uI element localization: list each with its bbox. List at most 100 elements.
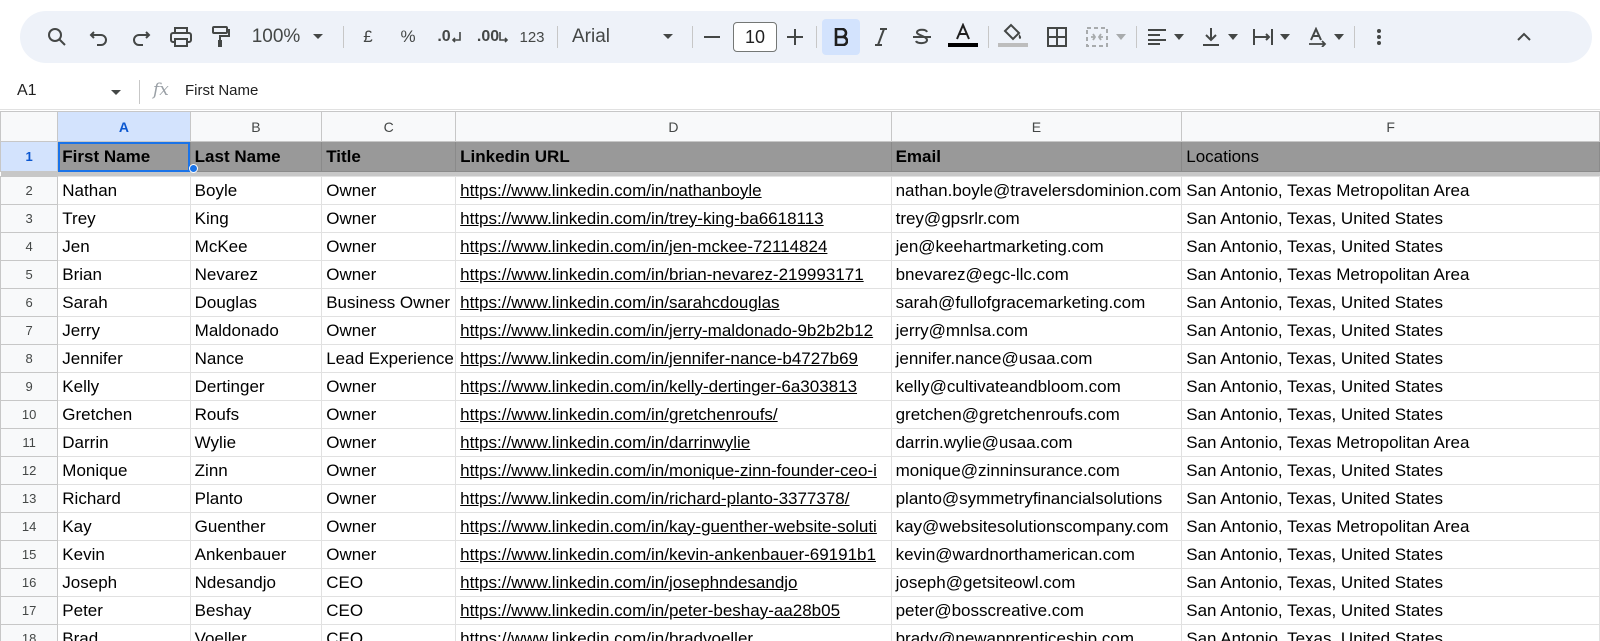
cell-email-header[interactable]: Email bbox=[890, 141, 1183, 172]
italic-icon[interactable] bbox=[866, 11, 896, 63]
font-size-input[interactable]: 10 bbox=[733, 22, 777, 52]
cell-location[interactable]: San Antonio, Texas, United States bbox=[1181, 596, 1600, 625]
cell-title-header[interactable]: Title bbox=[321, 141, 457, 172]
cell-linkedin-url[interactable]: https://www.linkedin.com/in/richard-plan… bbox=[455, 484, 892, 513]
decrease-decimal-button[interactable]: .0 bbox=[434, 11, 464, 63]
paint-format-icon[interactable] bbox=[206, 11, 236, 63]
cell-email[interactable]: kevin@wardnorthamerican.com bbox=[890, 540, 1183, 569]
cell-last-name[interactable]: Zinn bbox=[189, 456, 323, 485]
row-number[interactable]: 15 bbox=[0, 540, 59, 569]
chevron-down-icon[interactable] bbox=[660, 11, 676, 63]
cell-location[interactable]: San Antonio, Texas, United States bbox=[1181, 484, 1600, 513]
number-format-button[interactable]: 123 bbox=[516, 11, 548, 63]
cell-location[interactable]: San Antonio, Texas, United States bbox=[1181, 400, 1600, 429]
cell-email[interactable]: darrin.wylie@usaa.com bbox=[890, 428, 1183, 457]
cell-last-name[interactable]: Ndesandjo bbox=[189, 568, 323, 597]
column-header-f[interactable]: F bbox=[1181, 111, 1600, 142]
chevron-down-icon[interactable] bbox=[310, 11, 326, 63]
cell-first-name[interactable]: Sarah bbox=[57, 288, 191, 317]
select-all-corner[interactable] bbox=[0, 111, 59, 142]
cell-last-name[interactable]: Maldonado bbox=[189, 316, 323, 345]
cell-title[interactable]: Owner bbox=[321, 540, 457, 569]
cell-first-name[interactable]: Jennifer bbox=[57, 344, 191, 373]
row-number[interactable]: 5 bbox=[0, 260, 59, 289]
chevron-down-icon[interactable] bbox=[1332, 11, 1346, 63]
cell-first-name[interactable]: Joseph bbox=[57, 568, 191, 597]
cell-title[interactable]: Owner bbox=[321, 232, 457, 261]
cell-first-name[interactable]: Richard bbox=[57, 484, 191, 513]
cell-first-name[interactable]: Kelly bbox=[57, 372, 191, 401]
formula-input[interactable]: First Name bbox=[185, 82, 258, 99]
cell-email[interactable]: jen@keehartmarketing.com bbox=[890, 232, 1183, 261]
cell-email[interactable]: bnevarez@egc-llc.com bbox=[890, 260, 1183, 289]
cell-title[interactable]: Owner bbox=[321, 176, 457, 205]
cell-title[interactable]: Lead Experience bbox=[321, 344, 457, 373]
cell-last-name[interactable]: Guenther bbox=[189, 512, 323, 541]
cell-linkedin-url[interactable]: https://www.linkedin.com/in/kay-guenther… bbox=[455, 512, 892, 541]
cell-linkedin-url[interactable]: https://www.linkedin.com/in/gretchenrouf… bbox=[455, 400, 892, 429]
cell-first-name[interactable]: Gretchen bbox=[57, 400, 191, 429]
fill-color-icon[interactable] bbox=[996, 11, 1030, 63]
cell-last-name[interactable]: Voeller bbox=[189, 624, 323, 641]
cell-location[interactable]: San Antonio, Texas, United States bbox=[1181, 316, 1600, 345]
row-number[interactable]: 8 bbox=[0, 344, 59, 373]
column-header-e[interactable]: E bbox=[890, 111, 1183, 142]
cell-title[interactable]: Owner bbox=[321, 512, 457, 541]
cell-email[interactable]: kelly@cultivateandbloom.com bbox=[890, 372, 1183, 401]
cell-linkedin-url[interactable]: https://www.linkedin.com/in/kevin-ankenb… bbox=[455, 540, 892, 569]
align-left-icon[interactable] bbox=[1144, 11, 1170, 63]
row-number[interactable]: 6 bbox=[0, 288, 59, 317]
column-header-c[interactable]: C bbox=[321, 111, 457, 142]
cell-location[interactable]: San Antonio, Texas, United States bbox=[1181, 344, 1600, 373]
cell-title[interactable]: Owner bbox=[321, 372, 457, 401]
cell-email[interactable]: joseph@getsiteowl.com bbox=[890, 568, 1183, 597]
cell-last-name[interactable]: Boyle bbox=[189, 176, 323, 205]
row-number[interactable]: 11 bbox=[0, 428, 59, 457]
cell-first-name[interactable]: Kevin bbox=[57, 540, 191, 569]
cell-title[interactable]: Owner bbox=[321, 316, 457, 345]
percent-format-button[interactable]: % bbox=[395, 11, 421, 63]
more-options-icon[interactable] bbox=[1366, 11, 1392, 63]
cell-email[interactable]: trey@gpsrlr.com bbox=[890, 204, 1183, 233]
row-number[interactable]: 7 bbox=[0, 316, 59, 345]
cell-first-name[interactable]: Brian bbox=[57, 260, 191, 289]
cell-title[interactable]: Owner bbox=[321, 400, 457, 429]
cell-email[interactable]: jerry@mnlsa.com bbox=[890, 316, 1183, 345]
undo-icon[interactable] bbox=[84, 11, 114, 63]
cell-email[interactable]: monique@zinninsurance.com bbox=[890, 456, 1183, 485]
cell-title[interactable]: Owner bbox=[321, 260, 457, 289]
text-rotation-icon[interactable] bbox=[1304, 11, 1330, 63]
cell-email[interactable]: sarah@fullofgracemarketing.com bbox=[890, 288, 1183, 317]
row-number[interactable]: 18 bbox=[0, 624, 59, 641]
collapse-toolbar-icon[interactable] bbox=[1510, 11, 1538, 63]
row-number[interactable]: 9 bbox=[0, 372, 59, 401]
cell-title[interactable]: Owner bbox=[321, 484, 457, 513]
cell-last-name[interactable]: Nance bbox=[189, 344, 323, 373]
chevron-down-icon[interactable] bbox=[110, 84, 122, 102]
cell-linkedin-url[interactable]: https://www.linkedin.com/in/jen-mckee-72… bbox=[455, 232, 892, 261]
column-header-a[interactable]: A bbox=[57, 111, 191, 142]
cell-linkedin-url[interactable]: https://www.linkedin.com/in/jerry-maldon… bbox=[455, 316, 892, 345]
plus-icon[interactable] bbox=[783, 11, 807, 63]
row-number[interactable]: 3 bbox=[0, 204, 59, 233]
chevron-down-icon[interactable] bbox=[1114, 11, 1128, 63]
row-number[interactable]: 14 bbox=[0, 512, 59, 541]
cell-last-name[interactable]: Wylie bbox=[189, 428, 323, 457]
bold-button[interactable] bbox=[822, 19, 860, 55]
cell-linkedin-url[interactable]: https://www.linkedin.com/in/monique-zinn… bbox=[455, 456, 892, 485]
cell-location[interactable]: San Antonio, Texas, United States bbox=[1181, 624, 1600, 641]
redo-icon[interactable] bbox=[126, 11, 156, 63]
borders-icon[interactable] bbox=[1042, 11, 1072, 63]
chevron-down-icon[interactable] bbox=[1278, 11, 1292, 63]
cell-email[interactable]: brady@newapprenticeship.com bbox=[890, 624, 1183, 641]
cell-first-name[interactable]: Monique bbox=[57, 456, 191, 485]
cell-last-name[interactable]: Planto bbox=[189, 484, 323, 513]
cell-title[interactable]: Business Owner bbox=[321, 288, 457, 317]
cell-linkedin-url[interactable]: https://www.linkedin.com/in/josephndesan… bbox=[455, 568, 892, 597]
cell-last-name[interactable]: Nevarez bbox=[189, 260, 323, 289]
cell-location[interactable]: San Antonio, Texas, United States bbox=[1181, 288, 1600, 317]
cell-linkedin-url[interactable]: https://www.linkedin.com/in/jennifer-nan… bbox=[455, 344, 892, 373]
font-select[interactable]: Arial bbox=[572, 11, 632, 63]
fill-handle[interactable] bbox=[189, 164, 198, 173]
cell-email[interactable]: peter@bosscreative.com bbox=[890, 596, 1183, 625]
